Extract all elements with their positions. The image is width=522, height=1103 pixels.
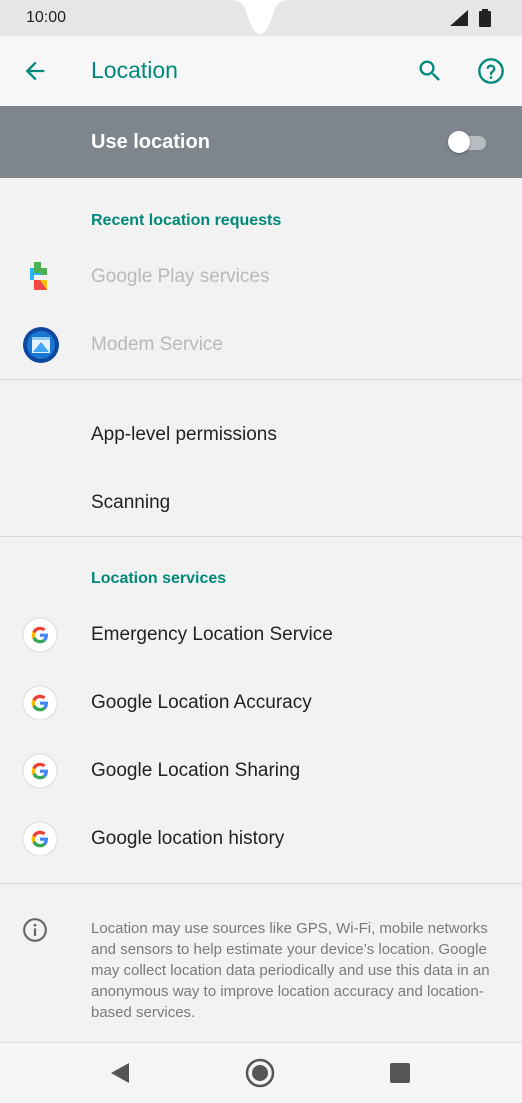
google-g-icon — [22, 685, 58, 721]
list-item-scanning[interactable]: Scanning — [0, 468, 522, 536]
status-time: 10:00 — [26, 9, 67, 26]
list-item-label: Google Location Accuracy — [91, 692, 312, 713]
info-icon — [23, 918, 47, 942]
google-g-icon — [22, 617, 58, 653]
list-item-app-level-permissions[interactable]: App-level permissions — [0, 400, 522, 468]
nav-home-icon[interactable] — [245, 1058, 275, 1088]
settings-list: Recent location requests Google Play ser… — [0, 178, 522, 1042]
list-item-modem-service[interactable]: Modem Service — [0, 312, 522, 380]
list-item-label: App-level permissions — [91, 424, 277, 445]
google-play-services-icon — [30, 262, 47, 290]
nav-recents-icon[interactable] — [390, 1063, 410, 1083]
list-item-label: Google Play services — [91, 266, 270, 287]
list-item-label: Emergency Location Service — [91, 624, 333, 645]
signal-icon — [450, 10, 468, 26]
list-item-label: Google Location Sharing — [91, 760, 301, 781]
section-title-location-services: Location services — [91, 570, 227, 587]
back-arrow-icon[interactable] — [21, 57, 49, 85]
help-icon[interactable] — [477, 57, 505, 85]
list-item-google-location-accuracy[interactable]: Google Location Accuracy — [0, 670, 522, 738]
list-item-google-play-services[interactable]: Google Play services — [0, 244, 522, 312]
switch-thumb — [448, 131, 470, 153]
use-location-switch[interactable] — [448, 131, 488, 153]
list-item-emergency-location-service[interactable]: Emergency Location Service — [0, 602, 522, 670]
search-icon[interactable] — [416, 57, 444, 85]
list-item-label: Google location history — [91, 828, 285, 849]
list-item-label: Modem Service — [91, 334, 223, 355]
google-g-icon — [22, 753, 58, 789]
divider — [0, 536, 522, 537]
list-item-label: Scanning — [91, 492, 171, 513]
phone-screen: 10:00 Location Use location Recent locat… — [0, 0, 522, 1103]
status-bar: 10:00 — [0, 0, 522, 36]
use-location-row[interactable]: Use location — [0, 106, 522, 178]
divider — [0, 379, 522, 380]
navigation-bar — [0, 1042, 522, 1103]
use-location-label: Use location — [91, 131, 210, 153]
divider — [0, 883, 522, 884]
battery-icon — [479, 9, 491, 27]
page-title: Location — [91, 57, 178, 83]
app-bar: Location — [0, 36, 522, 106]
google-g-icon — [22, 821, 58, 857]
list-item-google-location-history[interactable]: Google location history — [0, 806, 522, 874]
section-title-recent-requests: Recent location requests — [91, 212, 282, 229]
display-notch — [233, 0, 287, 34]
list-item-google-location-sharing[interactable]: Google Location Sharing — [0, 738, 522, 806]
nav-back-icon[interactable] — [110, 1062, 130, 1084]
location-info-text: Location may use sources like GPS, Wi-Fi… — [91, 920, 490, 1021]
modem-service-icon — [23, 327, 59, 363]
